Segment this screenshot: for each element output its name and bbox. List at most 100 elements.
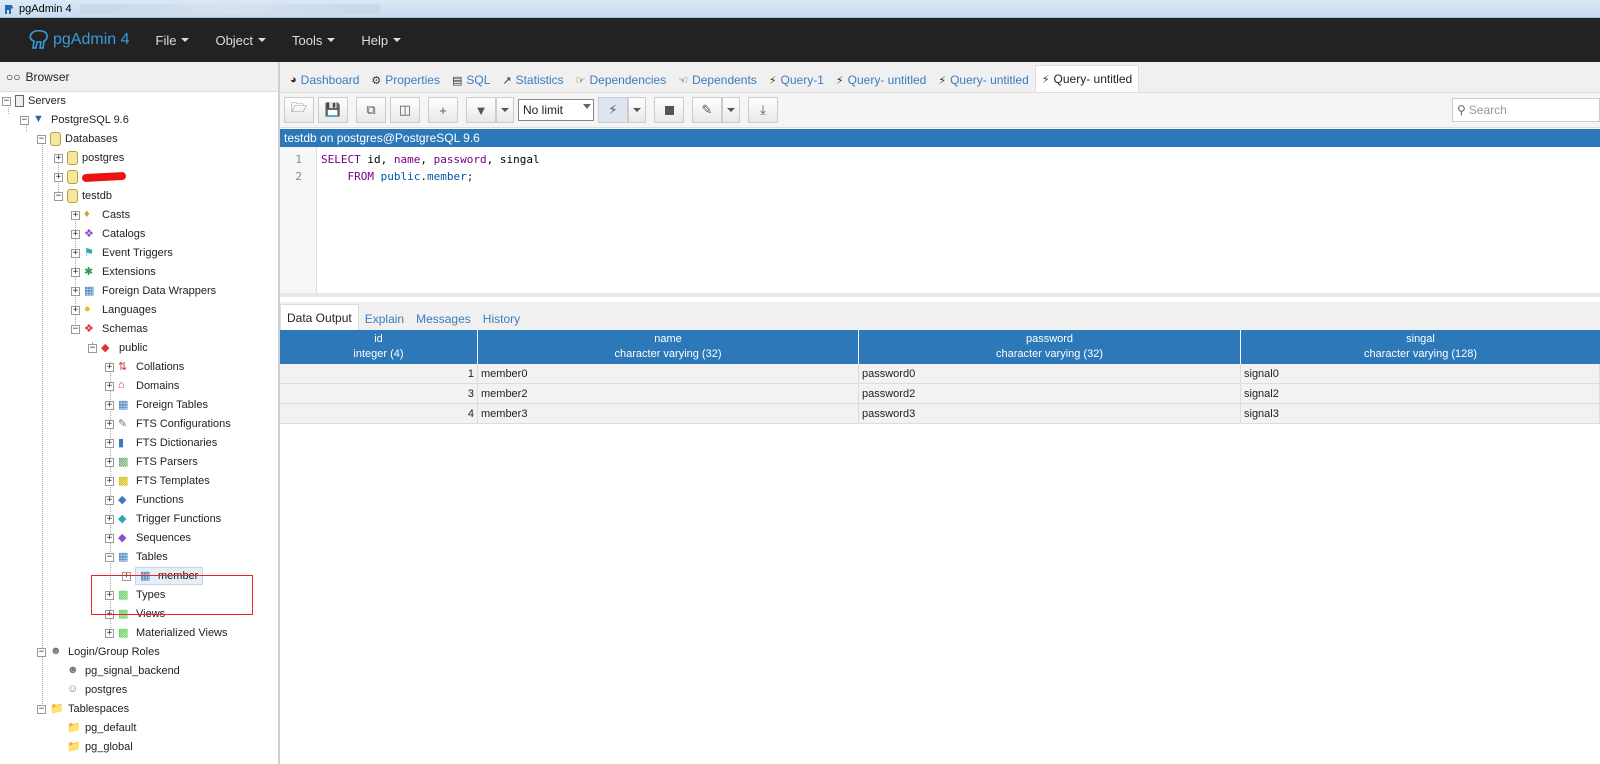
collapse-toggle[interactable]: − [37,134,46,144]
brand[interactable]: pgAdmin 4 [28,30,130,50]
collapse-toggle[interactable]: − [88,343,97,353]
tab-query-untitled-2[interactable]: ⚡ Query- untitled [932,68,1034,92]
expand-toggle[interactable]: + [105,438,114,448]
tab-statistics[interactable]: ↗ Statistics [496,68,569,92]
cell-singal[interactable]: signal0 [1241,364,1600,383]
tree-node-tables[interactable]: − ▦ Tables [105,548,168,566]
tab-messages[interactable]: Messages [410,308,477,330]
tree-node-ts-default[interactable]: 📁 pg_default [67,719,136,737]
tree-node-fdw[interactable]: + ▦ Foreign Data Wrappers [71,282,216,300]
tree-node-db-redacted[interactable]: + [54,168,127,186]
expand-toggle[interactable]: + [71,229,80,239]
collapse-toggle[interactable]: − [105,552,114,562]
tree-node-fts-configurations[interactable]: + ✎ FTS Configurations [105,415,231,433]
cell-password[interactable]: password0 [859,364,1241,383]
expand-toggle[interactable]: + [105,362,114,372]
expand-toggle[interactable]: + [105,457,114,467]
expand-toggle[interactable]: + [105,381,114,391]
tree-node-functions[interactable]: + ◆ Functions [105,491,184,509]
expand-toggle[interactable]: + [105,419,114,429]
edit-dropdown-button[interactable] [722,97,740,123]
cell-id[interactable]: 3 [280,384,478,403]
collapse-toggle[interactable]: − [37,647,46,657]
tree-node-catalogs[interactable]: + ❖ Catalogs [71,225,145,243]
cell-id[interactable]: 4 [280,404,478,423]
tree-node-materialized-views[interactable]: + ▩ Materialized Views [105,624,228,642]
expand-toggle[interactable]: + [105,476,114,486]
tree-node-event-triggers[interactable]: + ⚑ Event Triggers [71,244,173,262]
tree-node-fts-dictionaries[interactable]: + ▮ FTS Dictionaries [105,434,217,452]
paste-button[interactable]: ◫ [390,97,420,123]
copy-button[interactable]: ⧉ [356,97,386,123]
cell-password[interactable]: password2 [859,384,1241,403]
expand-toggle[interactable]: + [54,153,63,163]
tab-explain[interactable]: Explain [359,308,410,330]
column-header-name[interactable]: name character varying (32) [478,330,859,364]
collapse-toggle[interactable]: − [54,191,63,201]
collapse-toggle[interactable]: − [71,324,80,334]
table-row[interactable]: 1 member0 password0 signal0 [280,364,1600,384]
tree-node-server[interactable]: − ▼ PostgreSQL 9.6 [20,111,129,129]
tree-node-ts-global[interactable]: 📁 pg_global [67,738,133,756]
tree-node-sequences[interactable]: + ◆ Sequences [105,529,191,547]
open-file-button[interactable]: 🗁 [284,97,314,123]
execute-button[interactable]: ⚡ [598,97,628,123]
tab-sql[interactable]: ▤ SQL [446,68,496,92]
tab-data-output[interactable]: Data Output [280,304,359,330]
edit-button[interactable]: ✎ [692,97,722,123]
tree-node-servers[interactable]: − Servers [2,92,66,110]
tree-node-role-signal[interactable]: ☻ pg_signal_backend [67,662,180,680]
expand-toggle[interactable]: + [71,248,80,258]
filter-dropdown-button[interactable] [496,97,514,123]
tree-node-fts-parsers[interactable]: + ▩ FTS Parsers [105,453,198,471]
table-row[interactable]: 3 member2 password2 signal2 [280,384,1600,404]
download-button[interactable]: ⤓ [748,97,778,123]
tab-query-untitled-active[interactable]: ⚡ Query- untitled [1034,65,1140,92]
column-header-password[interactable]: password character varying (32) [859,330,1241,364]
collapse-toggle[interactable]: − [37,704,46,714]
tree-node-languages[interactable]: + ● Languages [71,301,156,319]
cell-name[interactable]: member2 [478,384,859,403]
menu-object[interactable]: Object [215,33,267,48]
execute-dropdown-button[interactable] [628,97,646,123]
cell-name[interactable]: member3 [478,404,859,423]
expand-toggle[interactable]: + [105,514,114,524]
tree-node-extensions[interactable]: + ✱ Extensions [71,263,156,281]
search-input[interactable]: ⚲ Search [1452,98,1600,122]
cell-singal[interactable]: signal2 [1241,384,1600,403]
column-header-singal[interactable]: singal character varying (128) [1241,330,1600,364]
menu-tools[interactable]: Tools [292,33,336,48]
filter-button[interactable]: ▼ [466,97,496,123]
cell-id[interactable]: 1 [280,364,478,383]
cell-password[interactable]: password3 [859,404,1241,423]
tree-node-db-testdb[interactable]: − testdb [54,187,112,205]
tab-history[interactable]: History [477,308,526,330]
tab-query-1[interactable]: ⚡ Query-1 [763,68,830,92]
tab-dependents[interactable]: ☜ Dependents [672,68,763,92]
expand-toggle[interactable]: + [71,286,80,296]
tree-node-public[interactable]: − ◆ public [88,339,148,357]
save-button[interactable]: 💾 [318,97,348,123]
tree-node-foreign-tables[interactable]: + ▦ Foreign Tables [105,396,208,414]
collapse-toggle[interactable]: − [20,115,29,125]
tab-properties[interactable]: ⚙ Properties [365,68,446,92]
menu-help[interactable]: Help [361,33,402,48]
column-header-id[interactable]: id integer (4) [280,330,478,364]
expand-toggle[interactable]: + [105,495,114,505]
tree-node-trigger-functions[interactable]: + ◆ Trigger Functions [105,510,221,528]
tab-dashboard[interactable]: ◕ Dashboard [284,68,365,92]
tab-query-untitled-1[interactable]: ⚡ Query- untitled [830,68,932,92]
tree-node-schemas[interactable]: − ❖ Schemas [71,320,148,338]
tree-node-tablespaces[interactable]: − 📁 Tablespaces [37,700,129,718]
cell-name[interactable]: member0 [478,364,859,383]
expand-toggle[interactable]: + [71,305,80,315]
table-row[interactable]: 4 member3 password3 signal3 [280,404,1600,424]
tree-node-domains[interactable]: + ⌂ Domains [105,377,179,395]
cell-singal[interactable]: signal3 [1241,404,1600,423]
expand-toggle[interactable]: + [54,172,63,182]
tree-node-collations[interactable]: + ⇅ Collations [105,358,184,376]
expand-toggle[interactable]: + [71,210,80,220]
tree-node-databases[interactable]: − Databases [37,130,118,148]
menu-file[interactable]: File [156,33,190,48]
tree-node-fts-templates[interactable]: + ▩ FTS Templates [105,472,210,490]
